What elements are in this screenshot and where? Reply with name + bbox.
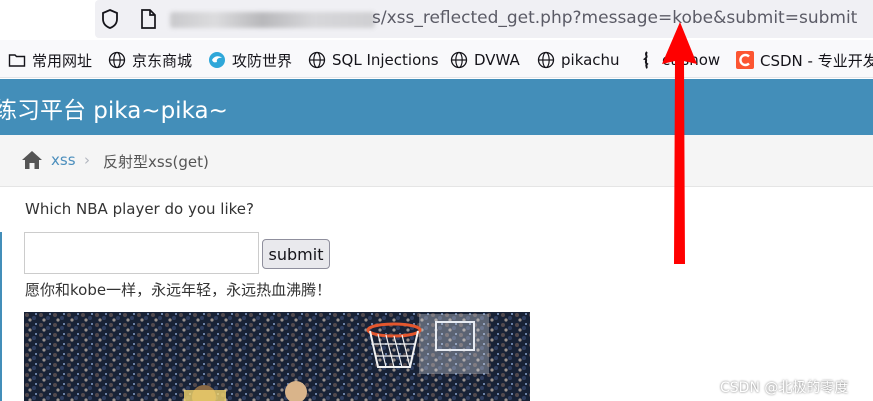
browser-url-bar: s/xss_reflected_get.php?message=kobe&sub… [0,0,873,40]
bookmark-dvwa[interactable]: DVWA [450,50,520,70]
bookmark-label: 京东商城 [132,51,193,70]
page-icon[interactable] [139,8,157,30]
annotation-arrow-icon [662,22,697,264]
breadcrumb-current: 反射型xss(get) [103,153,209,171]
bookmark-label: CSDN - 专业开发 [760,51,873,70]
globe-icon [537,51,555,69]
question-label: Which NBA player do you like? [25,200,254,218]
globe-icon [450,51,468,69]
shield-icon[interactable] [100,8,120,30]
submit-button[interactable]: submit [262,239,330,269]
app-header: 练习平台 pika~pika~ [0,79,873,135]
globe-icon [308,51,326,69]
bookmark-label: 常用网址 [32,51,93,70]
bookmark-gongfang[interactable]: 攻防世界 [208,50,292,70]
reflected-result-message: 愿你和kobe一样，永远年轻，永远热血沸腾！ [25,281,332,299]
folder-icon [8,54,26,67]
app-title: 练习平台 pika~pika~ [0,98,228,124]
content-left-rail [0,232,2,401]
chevron-right-icon: › [84,151,90,169]
message-input[interactable] [24,232,259,274]
bookmark-label: pikachu [561,51,620,69]
kobe-photo [24,312,530,401]
breadcrumb-link-xss[interactable]: xss [51,151,76,169]
bookmarks-bar: 常用网址 京东商城 攻防世界 SQL Injections DVWA pikac… [0,40,873,78]
photo-image [24,312,530,401]
bookmark-jd[interactable]: 京东商城 [108,50,192,70]
bookmark-label: 攻防世界 [232,51,293,70]
bookmark-sql-injections[interactable]: SQL Injections [308,50,439,70]
site-icon [209,52,225,68]
bookmark-csdn[interactable]: CSDN - 专业开发 [736,50,873,70]
csdn-watermark: CSDN @北极的零度 [720,380,849,396]
home-icon[interactable] [21,150,43,170]
bookmark-label: DVWA [474,51,520,69]
url-blurred-host [170,12,375,28]
url-text[interactable]: s/xss_reflected_get.php?message=kobe&sub… [372,8,857,28]
csdn-icon [736,51,754,69]
bookmark-label: SQL Injections [332,51,439,69]
bookmark-folder-common[interactable]: 常用网址 [8,50,92,70]
globe-icon [108,51,126,69]
breadcrumb: xss › 反射型xss(get) [0,135,873,187]
bookmark-pikachu[interactable]: pikachu [537,50,620,70]
